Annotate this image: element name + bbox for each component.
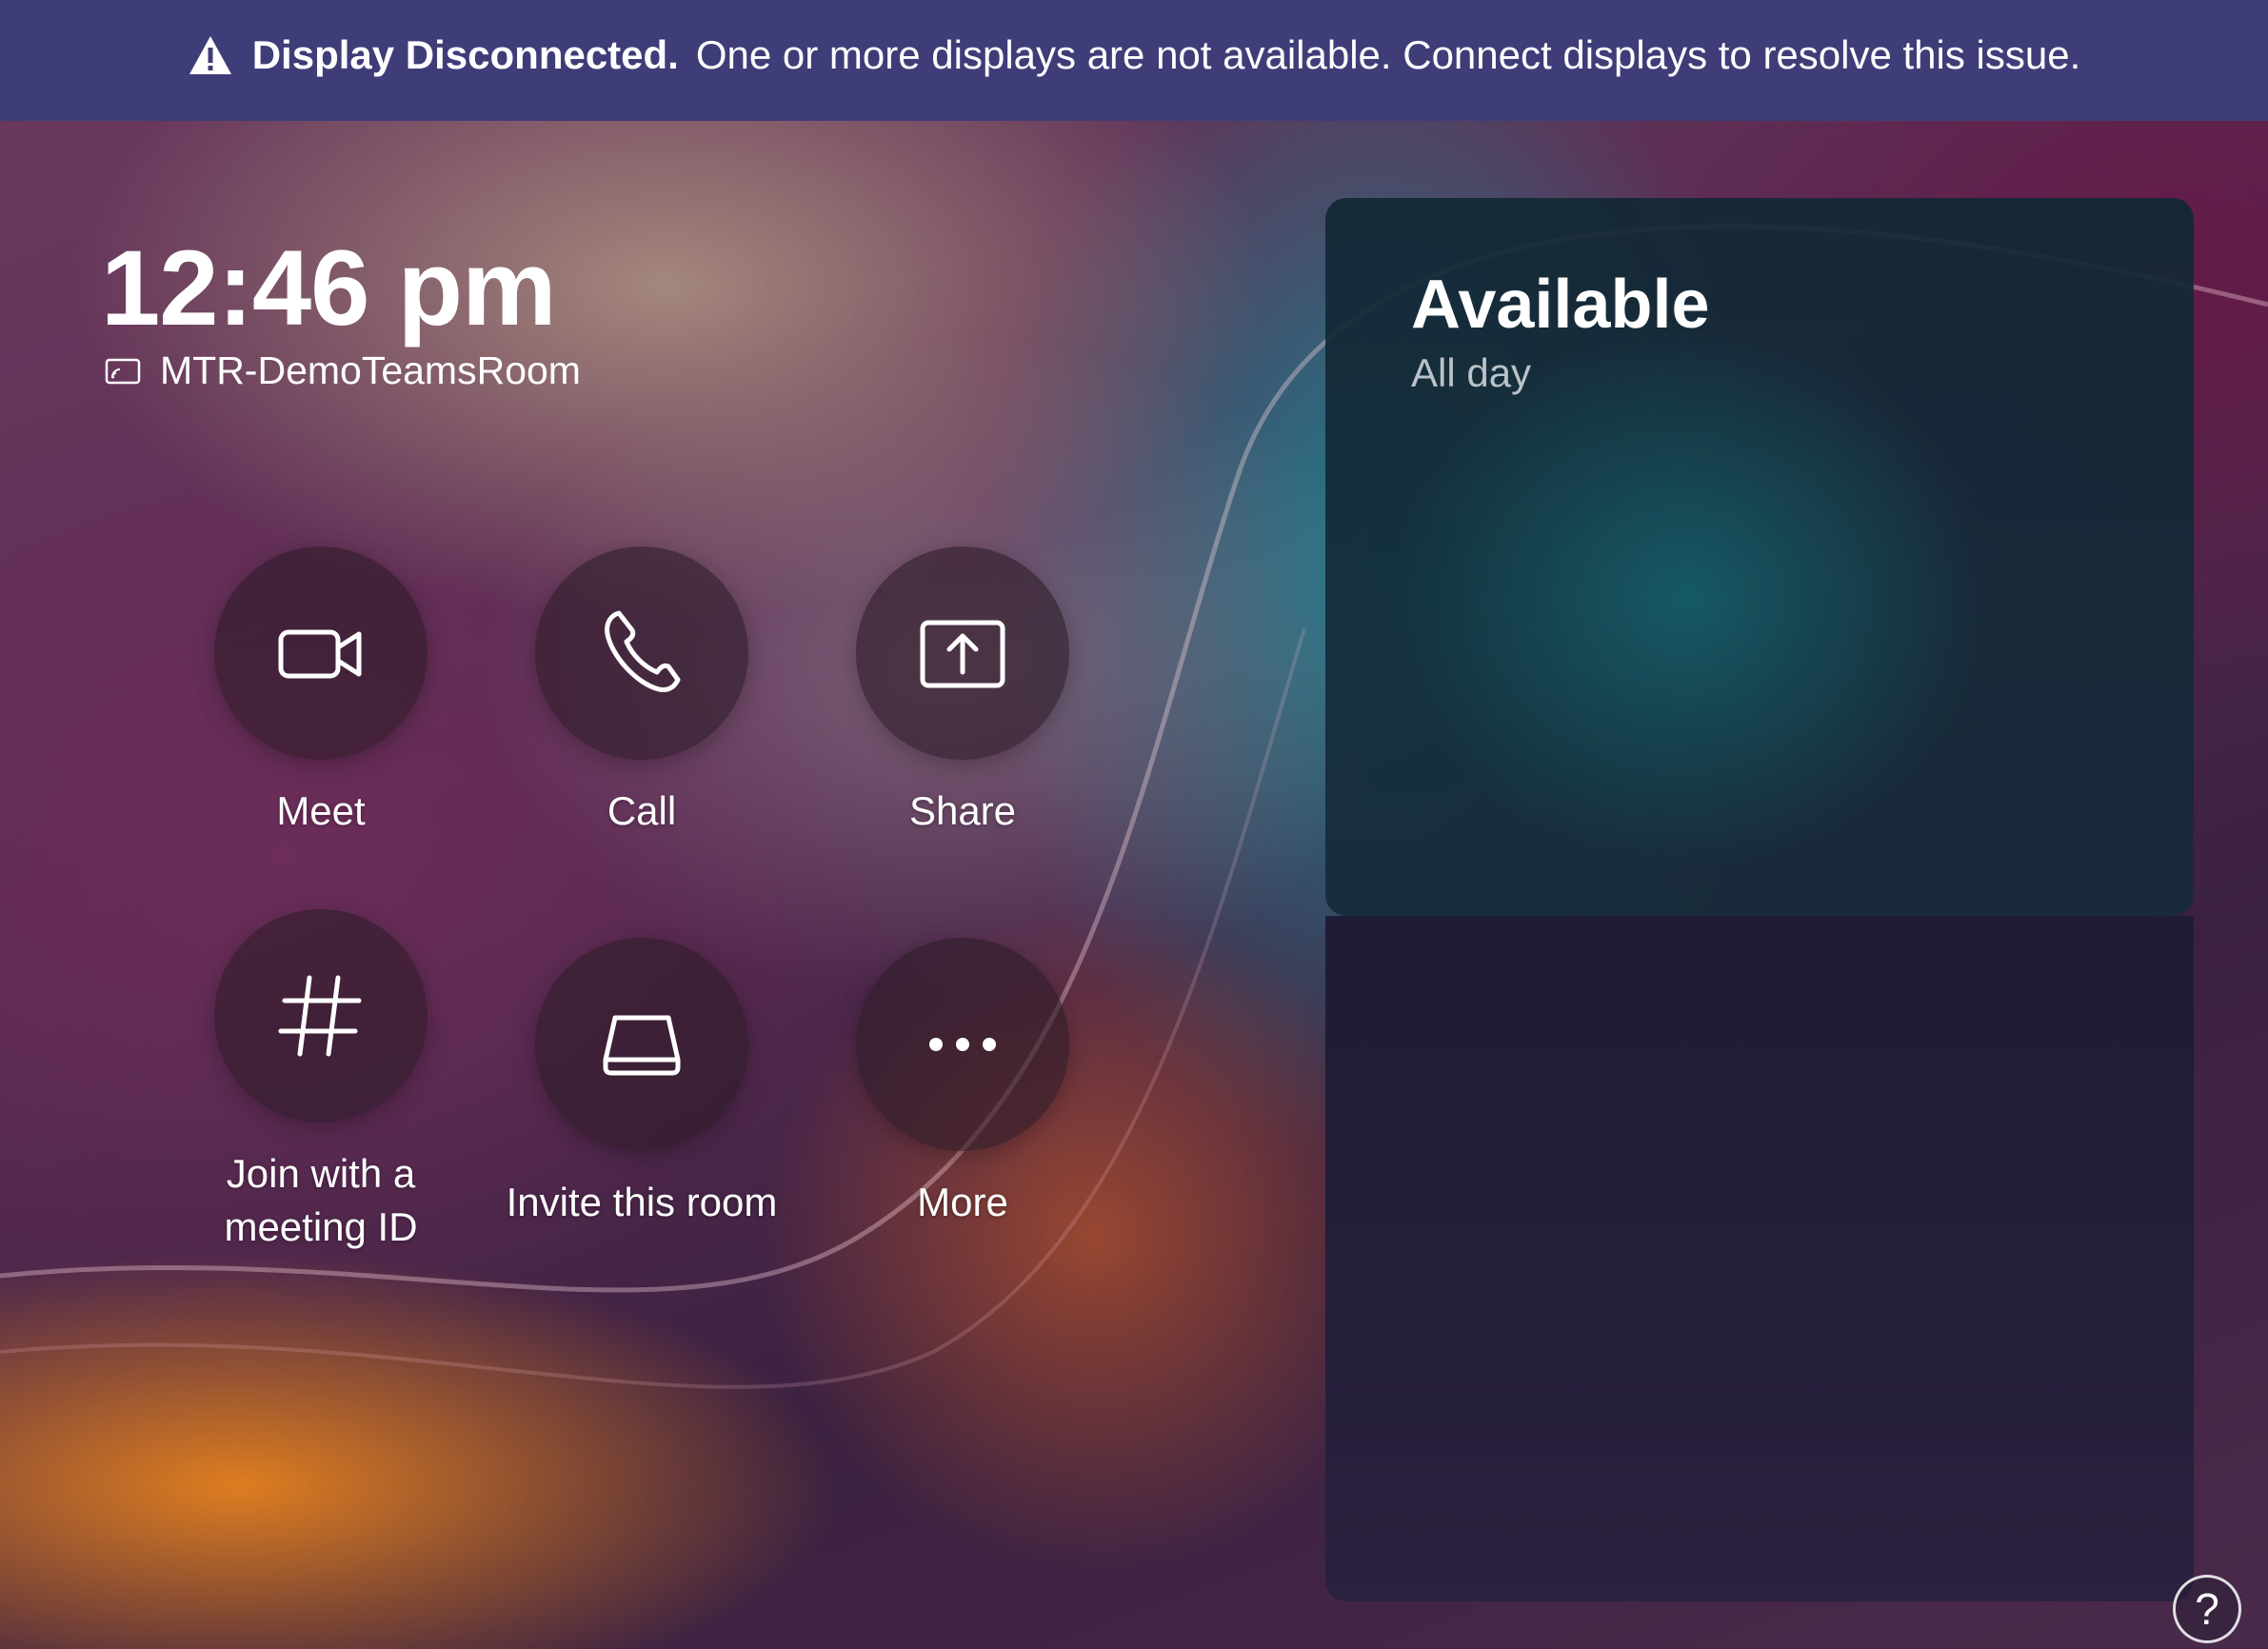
availability-status: Available [1411, 267, 1710, 343]
more-button[interactable]: More [801, 938, 1124, 1229]
invite-this-room-button[interactable]: Invite this room [480, 938, 804, 1229]
meet-button-circle[interactable] [214, 546, 428, 760]
call-button[interactable]: Call [480, 546, 804, 838]
banner-title: Display Disconnected. [251, 31, 679, 77]
teams-room-home-screen: Display Disconnected. One or more displa… [0, 0, 2268, 1649]
hash-icon [278, 975, 362, 1057]
meet-label: Meet [276, 788, 366, 833]
more-icon [929, 1038, 996, 1051]
share-button[interactable]: Share [801, 546, 1124, 838]
room-name-label: MTR-DemoTeamsRoom [160, 348, 581, 392]
more-label: More [917, 1180, 1008, 1224]
display-disconnected-banner: Display Disconnected. One or more displa… [0, 0, 2268, 121]
more-button-circle[interactable] [856, 938, 1069, 1151]
share-label: Share [908, 788, 1017, 833]
join-with-meeting-id-button[interactable]: Join with a meeting ID [159, 909, 483, 1254]
meet-button[interactable]: Meet [159, 546, 483, 838]
banner-message: One or more displays are not available. … [695, 31, 2081, 77]
invite-this-room-circle[interactable] [535, 938, 748, 1151]
room-device-icon [603, 1015, 681, 1076]
availability-period: All day [1411, 350, 1532, 395]
invite-this-room-label: Invite this room [506, 1180, 778, 1224]
share-button-circle[interactable] [856, 546, 1069, 760]
phone-icon [605, 610, 681, 692]
help-icon: ? [2195, 1584, 2219, 1634]
help-button[interactable]: ? [2173, 1575, 2241, 1643]
call-button-circle[interactable] [535, 546, 748, 760]
display-icon [105, 358, 141, 384]
join-with-meeting-id-circle[interactable] [214, 909, 428, 1123]
warning-icon [189, 35, 231, 74]
share-screen-icon [920, 620, 1005, 688]
join-with-meeting-id-label: Join with a meeting ID [224, 1151, 418, 1249]
video-camera-icon [278, 629, 362, 679]
agenda-panel [1325, 916, 2194, 1601]
room-name: MTR-DemoTeamsRoom [105, 348, 581, 393]
clock-time: 12:46 pm [101, 228, 557, 348]
call-label: Call [607, 788, 677, 833]
availability-panel: Available All day [1325, 198, 2194, 916]
